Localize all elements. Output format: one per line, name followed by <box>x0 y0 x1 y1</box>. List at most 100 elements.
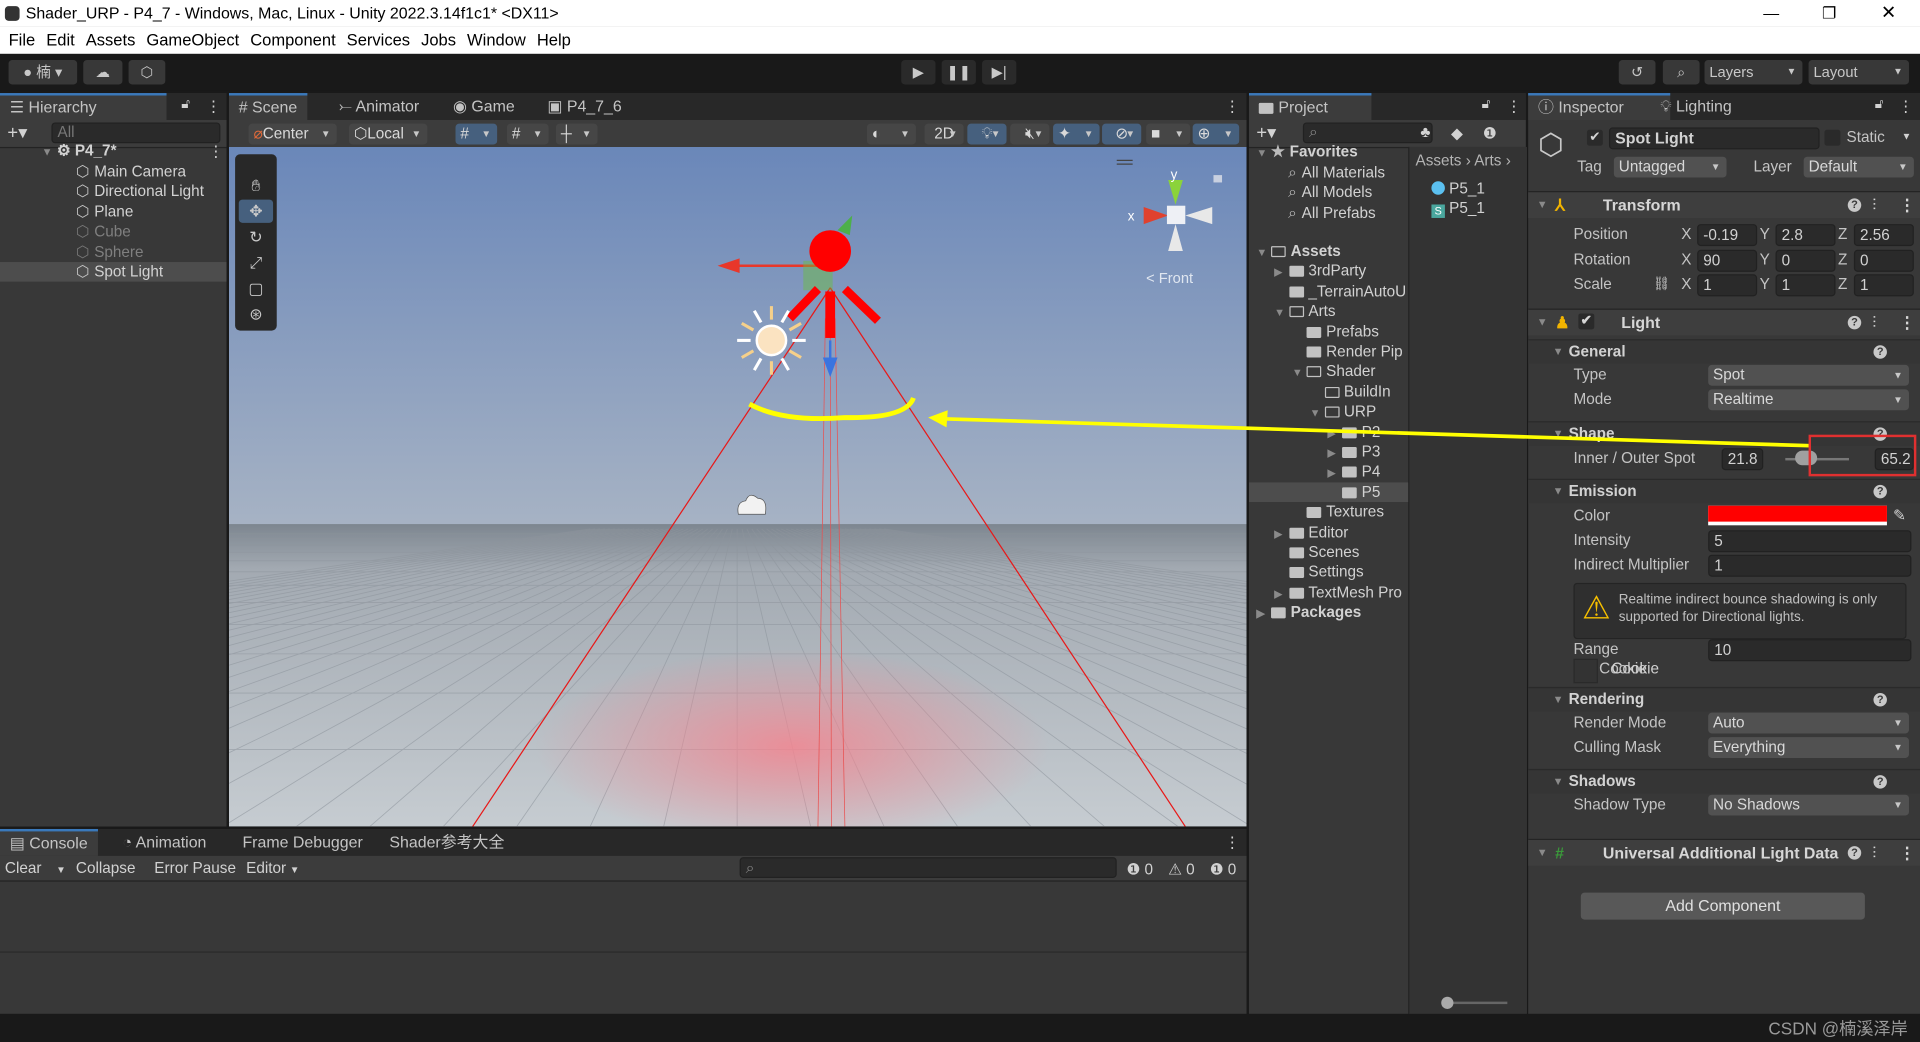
cloud-button[interactable]: ☁ <box>83 60 123 85</box>
tab-scene[interactable]: # Scene <box>228 93 308 121</box>
favorite-item[interactable]: ⌕ All Materials <box>1249 163 1408 183</box>
minimize-button[interactable]: — <box>1763 0 1779 27</box>
hierarchy-item[interactable]: ⬡ Main Camera <box>0 162 227 182</box>
camera-dropdown[interactable]: ■ <box>1146 123 1191 145</box>
tab-p4-7-6[interactable]: ▣ P4_7_6 <box>538 93 632 120</box>
ruler-button[interactable]: ┼ <box>555 123 598 145</box>
layer-dropdown[interactable]: Default <box>1803 156 1914 178</box>
foldout-arrow-icon[interactable]: ▼ <box>1553 340 1564 363</box>
folder-item[interactable]: BuildIn <box>1249 382 1408 402</box>
foldout-arrow-icon[interactable]: ▼ <box>1553 770 1564 793</box>
color-swatch[interactable] <box>1708 505 1887 526</box>
menu-component[interactable]: Component <box>250 31 335 49</box>
hierarchy-item[interactable]: ⬡ Spot Light <box>0 262 227 282</box>
tag-dropdown[interactable]: Untagged <box>1613 156 1727 178</box>
menu-services[interactable]: Services <box>347 31 410 49</box>
file-item-shader[interactable]: S P5_1 <box>1431 198 1485 218</box>
folder-item[interactable]: Settings <box>1249 563 1408 583</box>
expand-arrow-icon[interactable]: ▶ <box>1327 423 1342 441</box>
favorite-item[interactable]: ⌕ All Models <box>1249 183 1408 203</box>
folder-item[interactable]: ▶ TextMesh Pro <box>1249 583 1408 603</box>
folder-item[interactable]: ▶ Packages <box>1249 603 1408 623</box>
more-icon[interactable]: ⋮ <box>1899 192 1915 218</box>
tab-console-2[interactable]: Frame Debugger <box>233 829 373 856</box>
menu-gameobject[interactable]: GameObject <box>146 31 239 49</box>
folder-item[interactable]: P5 <box>1248 482 1409 502</box>
rotation-x-field[interactable]: 90 <box>1697 249 1758 272</box>
expand-arrow-icon[interactable]: ▼ <box>1274 303 1289 321</box>
tab-hierarchy[interactable]: ☰ Hierarchy <box>0 93 167 121</box>
pause-button[interactable]: ❚❚ <box>941 60 976 85</box>
account-button[interactable]: ● 楠 ▾ <box>8 60 78 85</box>
expand-arrow-icon[interactable]: ▶ <box>1274 584 1289 602</box>
more-icon[interactable]: ⋮ <box>1224 97 1239 115</box>
expand-arrow-icon[interactable]: ▶ <box>1327 443 1342 461</box>
clear-button[interactable]: Clear ▼ <box>5 860 66 877</box>
position-y-field[interactable]: 2.8 <box>1775 224 1836 247</box>
tab-animator[interactable]: ⤚ Animator <box>329 93 429 120</box>
scene-viewport[interactable]: y x < Front ✋︎ ✥ ↻ ⤢ ▢ ⊛ <box>228 146 1247 827</box>
folder-item[interactable]: ▶ P2 <box>1249 422 1408 442</box>
foldout-arrow-icon[interactable]: ▼ <box>1553 688 1564 711</box>
help-icon[interactable]: ? <box>1873 775 1887 789</box>
rotation-z-field[interactable]: 0 <box>1853 249 1914 272</box>
object-name-input[interactable]: Spot Light <box>1608 127 1820 150</box>
file-item-material[interactable]: P5_1 <box>1431 179 1485 199</box>
scale-x-field[interactable]: 1 <box>1697 274 1758 297</box>
rotate-tool[interactable]: ↻ <box>239 225 273 248</box>
help-icon[interactable]: ? <box>1847 846 1862 860</box>
foldout-arrow-icon[interactable]: ▼ <box>1553 480 1564 503</box>
folder-item[interactable]: Render Pip <box>1249 342 1408 362</box>
add-component-button[interactable]: Add Component <box>1580 892 1865 920</box>
static-dropdown[interactable]: ▼ <box>1902 131 1912 142</box>
rendering-section[interactable]: ▼ Rendering? <box>1528 686 1920 712</box>
lock-icon[interactable]: 🔓︎ <box>181 97 190 113</box>
pivot-dropdown[interactable]: ⌀Center <box>248 123 337 145</box>
render-mode-dropdown[interactable]: Auto <box>1708 712 1909 734</box>
foldout-arrow-icon[interactable]: ▼ <box>1553 422 1564 445</box>
filter-label-icon[interactable]: ◆ <box>1451 124 1463 142</box>
folder-item[interactable]: _TerrainAutoU <box>1249 281 1408 301</box>
expand-arrow-icon[interactable]: ▼ <box>1256 242 1271 260</box>
expand-arrow-icon[interactable]: ▼ <box>1310 403 1325 421</box>
console-search-input[interactable]: ⌕ <box>739 857 1117 878</box>
presets-icon[interactable]: ⫶ <box>1872 192 1876 218</box>
add-button[interactable]: +▾ <box>7 121 27 143</box>
help-icon[interactable]: ? <box>1847 198 1862 212</box>
info-count[interactable]: ❶ 0 <box>1127 860 1154 878</box>
project-search-input[interactable]: ⌕ <box>1302 122 1433 144</box>
urp-light-data-header[interactable]: ▼ # Universal Additional Light Data? ⫶ ⋮ <box>1528 838 1920 866</box>
menu-file[interactable]: File <box>9 31 36 49</box>
general-section[interactable]: ▼ General? <box>1528 339 1920 364</box>
rotation-y-field[interactable]: 0 <box>1775 249 1836 272</box>
folder-item[interactable]: ▼ Shader <box>1249 362 1408 382</box>
enabled-checkbox[interactable]: ✔ <box>1578 313 1595 330</box>
menu-assets[interactable]: Assets <box>86 31 136 49</box>
hidden-objects-toggle[interactable]: ⊘ <box>1102 123 1142 145</box>
menu-help[interactable]: Help <box>537 31 571 49</box>
filter-type-icon[interactable]: ♣ <box>1420 124 1430 141</box>
more-icon[interactable]: ⋮ <box>1899 310 1915 336</box>
more-icon[interactable]: ⋮ <box>1224 833 1239 851</box>
rect-tool[interactable]: ▢ <box>239 277 273 300</box>
outer-spot-field[interactable]: 65.2 <box>1874 448 1914 471</box>
grid-snap-button[interactable]: # <box>455 123 498 145</box>
effects-dropdown[interactable]: ✦ <box>1053 123 1100 145</box>
position-z-field[interactable]: 2.56 <box>1853 224 1914 247</box>
shape-section[interactable]: ▼ Shape? <box>1528 421 1920 446</box>
gameobject-icon[interactable]: ⬡ <box>1538 127 1564 163</box>
cookie-texture-slot[interactable] <box>1573 658 1598 684</box>
expand-arrow-icon[interactable]: ▶ <box>1274 524 1289 542</box>
folder-item[interactable]: ▼ Assets <box>1249 241 1408 261</box>
folder-item[interactable]: ▶ P4 <box>1249 462 1408 482</box>
expand-arrow-icon[interactable]: ▼ <box>1256 143 1271 161</box>
close-button[interactable]: ✕ <box>1881 0 1896 27</box>
tab-console-3[interactable]: Shader参考大全 <box>380 829 515 856</box>
help-icon[interactable]: ? <box>1873 345 1887 359</box>
folder-item[interactable]: Prefabs <box>1249 322 1408 342</box>
slider-handle[interactable] <box>1795 450 1818 466</box>
static-checkbox[interactable] <box>1824 129 1841 146</box>
more-icon[interactable]: ⋮ <box>206 97 221 115</box>
hand-tool[interactable]: ✋︎ <box>239 174 273 197</box>
filter-issue-icon[interactable]: ❶ <box>1483 124 1497 142</box>
